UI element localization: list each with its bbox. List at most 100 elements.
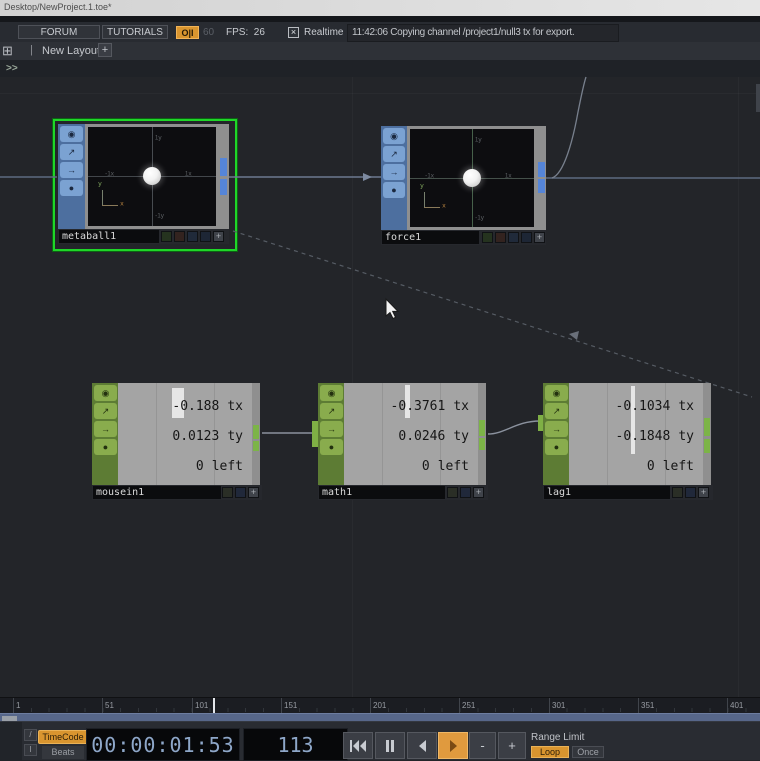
node-math1[interactable]: ◉ ↗ → ● -0.3761tx 0.0246ty 0left math1 + [318, 383, 488, 500]
bypass-flag-button[interactable]: ● [545, 439, 568, 455]
chop-viewer[interactable]: -0.3761tx 0.0246ty 0left [344, 383, 478, 485]
viewer-frame: 1y -1y -1x 1x y x [407, 126, 537, 230]
bypass-flag-button[interactable]: ● [320, 439, 343, 455]
channel-value: -0.3761 [391, 399, 446, 414]
realtime-checkbox[interactable]: × [288, 27, 299, 38]
layout-tab-new-layout[interactable]: New Layout [42, 45, 100, 57]
export-flag-button[interactable]: → [60, 162, 83, 178]
go-to-start-button[interactable] [343, 732, 373, 759]
step-forward-button[interactable]: + [498, 732, 526, 759]
node-flag-mini-viewer[interactable] [482, 232, 493, 243]
export-flag-button[interactable]: → [545, 421, 568, 437]
export-flag-button[interactable]: → [320, 421, 343, 437]
chop-viewer[interactable]: -0.1034tx -0.1848ty 0left [569, 383, 703, 485]
output-connector[interactable] [479, 438, 485, 450]
node-name-field[interactable]: lag1 [544, 486, 670, 499]
bypass-flag-button[interactable]: ● [94, 439, 117, 455]
forum-button[interactable]: FORUM [18, 25, 100, 39]
node-flag-mini-plus[interactable]: + [534, 232, 545, 243]
pause-button[interactable] [375, 732, 405, 759]
node-flag-mini-plus[interactable]: + [473, 487, 484, 498]
timeline-ruler[interactable]: 1 51 101 151 201 251 301 351 401 [0, 697, 760, 713]
step-back-button[interactable]: - [469, 732, 496, 759]
bypass-flag-button[interactable]: ● [383, 182, 405, 198]
loop-button[interactable]: Loop [531, 746, 569, 758]
frame-display[interactable]: 113 [243, 728, 348, 761]
node-flag-mini-lock[interactable] [187, 231, 198, 242]
export-flag-button[interactable]: → [383, 164, 405, 180]
node-flag-mini-viewer[interactable] [161, 231, 172, 242]
output-connector[interactable] [538, 179, 545, 193]
play-reverse-button[interactable] [407, 732, 437, 759]
network-path-bar[interactable]: >> [0, 60, 760, 77]
node-metaball1[interactable]: ◉ ↗ → ● 1y -1y -1x 1x y x metaball1 + [58, 124, 229, 244]
node-force1[interactable]: ◉ ↗ → ● 1y -1y -1x 1x y x force1 + [381, 126, 546, 245]
flag-column: ◉ ↗ → ● [58, 124, 85, 229]
ball-icon: ● [391, 185, 396, 195]
node-flag-mini-plus[interactable]: + [248, 487, 259, 498]
channel-row: 0left [422, 457, 469, 477]
export-flag-button[interactable]: → [94, 421, 117, 437]
viewer-flag-button[interactable]: ◉ [383, 128, 405, 144]
playhead[interactable] [213, 698, 215, 714]
axis-label: -1x [425, 172, 434, 179]
node-name-field[interactable]: force1 [382, 231, 479, 244]
play-forward-button[interactable] [438, 732, 468, 759]
timecode-mode-button[interactable]: TimeCode [38, 730, 88, 744]
node-flag-mini-lock[interactable] [508, 232, 519, 243]
perform-mode-toggle[interactable]: O|I [176, 26, 199, 39]
node-mousein1[interactable]: ◉ ↗ → ● -0.188tx 0.0123ty 0left mousein1… [92, 383, 262, 500]
tutorials-button[interactable]: TUTORIALS [102, 25, 168, 39]
render-flag-button[interactable]: ↗ [383, 146, 405, 162]
arrow-icon: → [390, 167, 399, 177]
beats-mode-button[interactable]: Beats [42, 746, 84, 759]
ruler-label: 251 [462, 701, 475, 710]
node-flag-mini-plus[interactable]: + [213, 231, 224, 242]
output-strip [537, 126, 546, 230]
scrollbar-nub[interactable] [756, 84, 760, 112]
node-name-field[interactable]: math1 [319, 486, 445, 499]
output-connector[interactable] [253, 425, 259, 439]
output-connector[interactable] [704, 418, 710, 436]
timeline-range-bar[interactable] [0, 713, 760, 721]
output-connector[interactable] [479, 420, 485, 436]
viewer-flag-button[interactable]: ◉ [94, 385, 117, 401]
timecode-display[interactable]: 00:00:01:53 [86, 728, 240, 761]
viewer-flag-button[interactable]: ◉ [60, 126, 83, 142]
node-flag-mini-viewer[interactable] [222, 487, 233, 498]
node-flag-mini-bypass[interactable] [495, 232, 506, 243]
node-name-field[interactable]: metaball1 [59, 230, 159, 243]
chop-viewer[interactable]: -0.188tx 0.0123ty 0left [118, 383, 252, 485]
node-flag-mini-display[interactable] [521, 232, 532, 243]
node-flag-mini-lock[interactable] [685, 487, 696, 498]
node-viewer[interactable]: 1y -1y -1x 1x y x [410, 129, 534, 227]
add-layout-button[interactable]: + [98, 43, 112, 57]
node-flag-mini-display[interactable] [200, 231, 211, 242]
render-flag-button[interactable]: ↗ [320, 403, 343, 419]
output-connector[interactable] [220, 179, 227, 195]
node-name-bar: math1 + [318, 485, 488, 500]
node-lag1[interactable]: ◉ ↗ → ● -0.1034tx -0.1848ty 0left lag1 + [543, 383, 713, 500]
render-flag-button[interactable]: ↗ [60, 144, 83, 160]
node-flag-mini-plus[interactable]: + [698, 487, 709, 498]
bypass-flag-button[interactable]: ● [60, 180, 83, 196]
viewer-flag-button[interactable]: ◉ [545, 385, 568, 401]
render-flag-button[interactable]: ↗ [94, 403, 117, 419]
viewer-flag-button[interactable]: ◉ [320, 385, 343, 401]
render-flag-button[interactable]: ↗ [545, 403, 568, 419]
node-flag-mini-lock[interactable] [235, 487, 246, 498]
node-flag-mini-bypass[interactable] [174, 231, 185, 242]
output-connector[interactable] [253, 441, 259, 451]
node-name-field[interactable]: mousein1 [93, 486, 221, 499]
layout-grid-icon[interactable]: ⊞ [2, 43, 13, 59]
node-flag-mini-viewer[interactable] [447, 487, 458, 498]
node-flag-mini-viewer[interactable] [672, 487, 683, 498]
node-viewer[interactable]: 1y -1y -1x 1x y x [88, 127, 216, 226]
node-flag-mini-lock[interactable] [460, 487, 471, 498]
integer-frame-toggle[interactable]: I [24, 744, 37, 756]
output-connector[interactable] [704, 439, 710, 453]
once-button[interactable]: Once [572, 746, 604, 758]
output-connector[interactable] [220, 158, 227, 176]
output-connector[interactable] [538, 162, 545, 177]
keys-toggle[interactable]: / [24, 729, 37, 741]
